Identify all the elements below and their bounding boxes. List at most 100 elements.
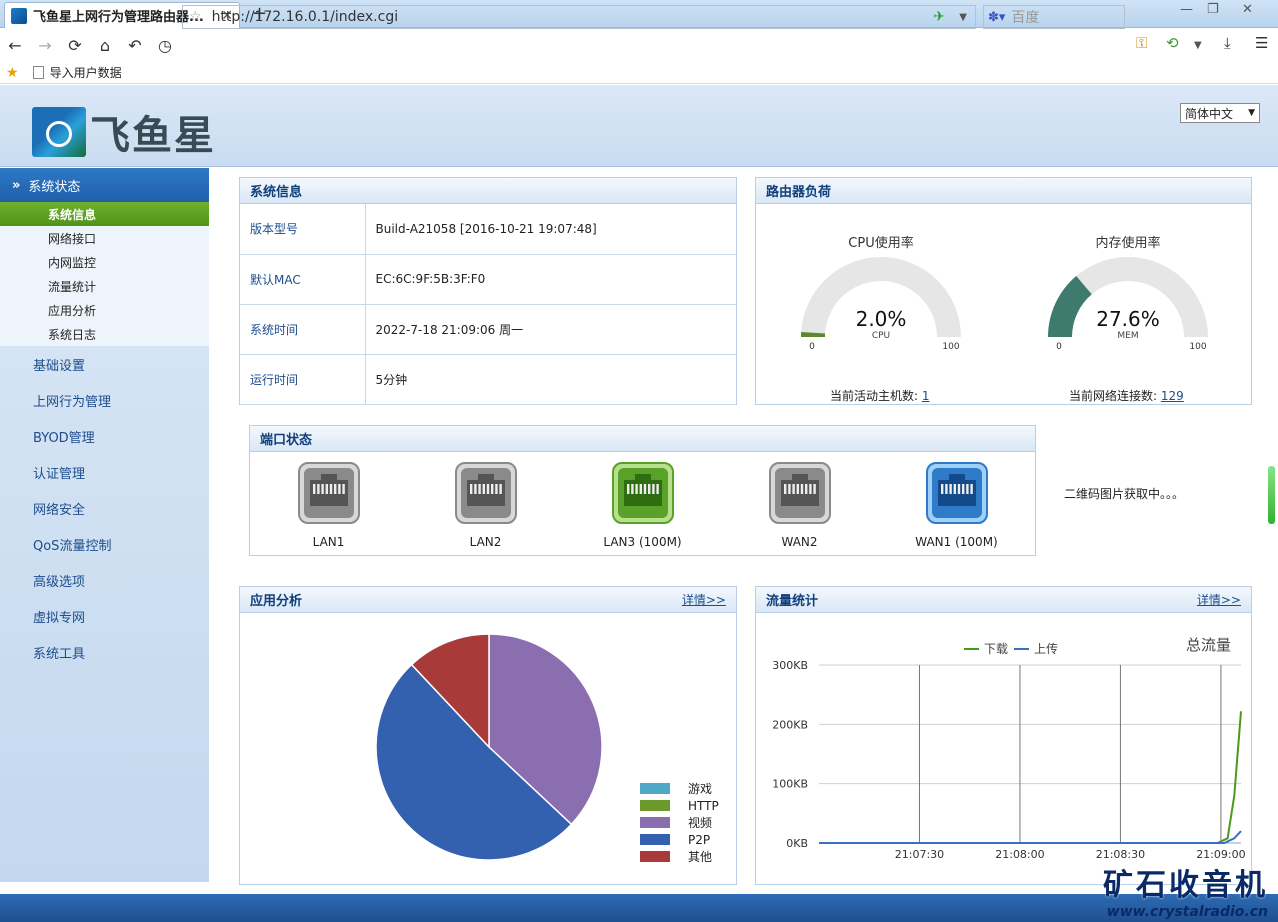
sidebar-item[interactable]: 认证管理 <box>0 454 209 490</box>
gauge-min: 0 <box>809 342 815 352</box>
cpu-gauge-svg: 2.0% CPU 0 100 <box>801 257 961 352</box>
info-value: 2022-7-18 21:09:06 周一 <box>365 304 736 355</box>
legend-swatch <box>640 834 670 845</box>
net-connections-link[interactable]: 129 <box>1161 389 1184 403</box>
favorites-star-icon[interactable]: ★ <box>6 65 19 81</box>
details-link[interactable]: 详情>> <box>1197 591 1241 608</box>
panel-header: 端口状态 <box>250 426 1035 452</box>
legend-item[interactable]: HTTP <box>640 797 719 814</box>
ethernet-port-icon <box>454 462 517 524</box>
port-wan2[interactable]: WAN2 <box>735 460 865 549</box>
gauge-unit: MEM <box>1117 331 1138 341</box>
legend-label: P2P <box>688 832 711 847</box>
info-value: EC:6C:9F:5B:3F:F0 <box>365 254 736 305</box>
legend-item[interactable]: 其他 <box>640 848 719 865</box>
mem-gauge: 内存使用率 27.6% MEM 0 100 <box>1033 232 1223 364</box>
sidebar-item[interactable]: 系统工具 <box>0 634 209 670</box>
sidebar-item[interactable]: 网络安全 <box>0 490 209 526</box>
port-status-panel: 端口状态 LAN1 LAN2 LAN3 (100M) WAN2 WAN1 (10… <box>249 425 1036 556</box>
sidebar-section-label: 系统状态 <box>28 179 81 195</box>
baidu-paw-icon[interactable]: ✽▾ <box>988 10 1005 25</box>
minimize-icon[interactable]: — <box>1180 2 1193 17</box>
panel-title: 流量统计 <box>766 594 819 609</box>
sidebar-item[interactable]: QoS流量控制 <box>0 526 209 562</box>
language-select[interactable]: 简体中文 ▼ <box>1180 103 1260 123</box>
scrollbar-thumb[interactable] <box>1268 466 1275 524</box>
legend-item[interactable]: 视频 <box>640 814 719 831</box>
active-hosts-label: 当前活动主机数: <box>830 389 919 403</box>
panel-header: 路由器负荷 <box>756 178 1251 204</box>
watermark-url: www.crystalradio.cn <box>1106 904 1268 920</box>
sysinfo-panel: 系统信息 版本型号 Build-A21058 [2016-10-21 19:07:… <box>239 177 737 405</box>
port-lan1[interactable]: LAN1 <box>264 460 394 549</box>
sidebar-sub-item[interactable]: 内网监控 <box>0 250 209 274</box>
history-icon[interactable]: ◷ <box>150 36 180 55</box>
gauge-value: 2.0% <box>856 307 907 331</box>
search-box[interactable]: ✽▾ 百度 <box>983 5 1125 29</box>
port-wan1[interactable]: WAN1 (100M) <box>892 460 1022 549</box>
legend-label: 游戏 <box>688 782 713 796</box>
app-analysis-panel: 应用分析 详情>> 游戏 HTTP 视频 P2P 其他 <box>239 586 737 885</box>
home-icon[interactable]: ⌂ <box>90 36 120 55</box>
sidebar-sub-item[interactable]: 网络接口 <box>0 226 209 250</box>
sidebar-item[interactable]: BYOD管理 <box>0 418 209 454</box>
language-value: 简体中文 <box>1185 106 1234 121</box>
sidebar-sub-item[interactable]: 系统日志 <box>0 322 209 346</box>
legend-upload[interactable]: 上传 <box>1034 641 1058 656</box>
gauge-min: 0 <box>1056 342 1062 352</box>
table-row: 运行时间 5分钟 <box>240 354 736 405</box>
series-line-upload <box>819 830 1242 844</box>
panel-title: 应用分析 <box>250 594 303 609</box>
sidebar-item[interactable]: 虚拟专网 <box>0 598 209 634</box>
close-window-icon[interactable]: ✕ <box>1242 2 1253 17</box>
y-tick-label: 200KB <box>772 718 808 731</box>
port-label: WAN1 (100M) <box>915 535 998 549</box>
legend-download[interactable]: 下载 <box>984 642 1008 656</box>
table-row: 默认MAC EC:6C:9F:5B:3F:F0 <box>240 254 736 305</box>
reload-icon[interactable]: ⟳ <box>60 36 90 55</box>
sidebar-sub-item[interactable]: 流量统计 <box>0 274 209 298</box>
menu-dropdown-icon[interactable]: ▼ <box>1194 40 1202 51</box>
sidebar-sub-item[interactable]: 系统信息 <box>0 202 209 226</box>
user-refresh-icon[interactable]: ⟲ <box>1166 34 1179 52</box>
sidebar-section-status[interactable]: » 系统状态 <box>0 168 209 202</box>
brand-logo: 飞鱼星 <box>32 103 216 161</box>
info-key: 系统时间 <box>240 304 366 355</box>
traffic-panel: 流量统计 详情>> 总流量 下载 上传 300KB 200KB 100KB 0KB 21… <box>755 586 1252 885</box>
back-icon[interactable]: ← <box>0 36 30 55</box>
port-lan2[interactable]: LAN2 <box>421 460 551 549</box>
bookmark-import[interactable]: 导入用户数据 <box>50 64 122 81</box>
forward-icon[interactable]: → <box>30 36 60 55</box>
load-panel: 路由器负荷 CPU使用率 2.0% CPU 0 100 内存使用率 27.6% … <box>755 177 1252 405</box>
undo-icon[interactable]: ↶ <box>120 36 150 55</box>
legend-item[interactable]: 游戏 <box>640 780 719 797</box>
address-bar[interactable]: ☆ http://172.16.0.1/index.cgi ✈ ▼ <box>182 5 976 29</box>
sidebar-item[interactable]: 高级选项 <box>0 562 209 598</box>
legend-swatch <box>640 800 670 811</box>
port-lan3[interactable]: LAN3 (100M) <box>578 460 708 549</box>
sidebar-item[interactable]: 基础设置 <box>0 346 209 382</box>
menu-icon[interactable]: ☰ <box>1255 34 1268 52</box>
port-label: LAN2 <box>469 535 502 549</box>
url-text[interactable]: http://172.16.0.1/index.cgi <box>212 9 399 25</box>
series-line-download <box>819 711 1242 844</box>
page-header: 飞鱼星 <box>0 85 1278 167</box>
active-hosts-link[interactable]: 1 <box>922 389 930 403</box>
panel-header: 应用分析 详情>> <box>240 587 736 613</box>
legend-item[interactable]: P2P <box>640 831 719 848</box>
sidebar-item[interactable]: 上网行为管理 <box>0 382 209 418</box>
key-icon[interactable]: ⚿ <box>1136 34 1147 52</box>
url-dropdown-icon[interactable]: ▼ <box>959 12 967 23</box>
legend-swatch <box>640 817 670 828</box>
restore-icon[interactable]: ❐ <box>1207 2 1219 17</box>
sidebar-sub-item[interactable]: 应用分析 <box>0 298 209 322</box>
pin-icon[interactable]: ✈ <box>933 9 945 25</box>
download-icon[interactable]: ⤓ <box>1224 34 1231 52</box>
gauge-value: 27.6% <box>1096 307 1160 331</box>
info-key: 版本型号 <box>240 204 366 255</box>
legend-label: 视频 <box>688 816 713 830</box>
bookmark-star-icon[interactable]: ☆ <box>189 9 202 25</box>
info-key: 默认MAC <box>240 254 366 305</box>
panel-header: 系统信息 <box>240 178 736 204</box>
details-link[interactable]: 详情>> <box>682 591 726 608</box>
